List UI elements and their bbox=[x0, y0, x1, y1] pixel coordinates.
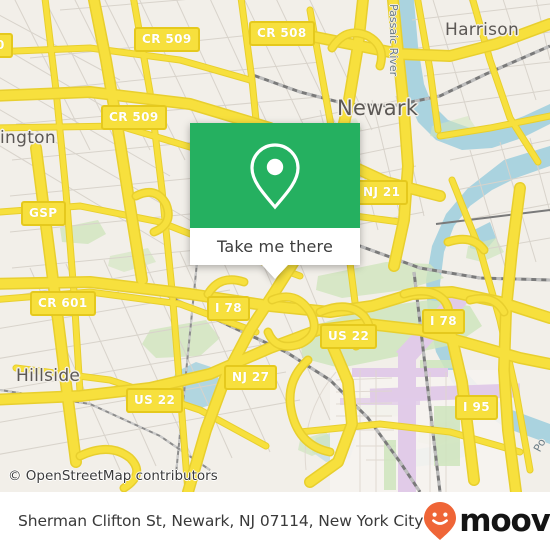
popup-header bbox=[190, 123, 360, 228]
shield-cr-508[interactable]: CR 508 bbox=[249, 21, 315, 46]
shield-cr-509-west[interactable]: CR 509 bbox=[101, 105, 167, 130]
popup-pointer-tail bbox=[262, 265, 288, 279]
shield-cr-601[interactable]: CR 601 bbox=[30, 291, 96, 316]
shield-us-22-west[interactable]: US 22 bbox=[126, 388, 184, 413]
osm-attribution[interactable]: © OpenStreetMap contributors bbox=[8, 468, 218, 484]
take-me-there-label: Take me there bbox=[217, 237, 333, 256]
map-pin-icon bbox=[250, 142, 300, 209]
shield-cr-509-north[interactable]: CR 509 bbox=[134, 27, 200, 52]
moovit-smiley-pin-icon bbox=[424, 502, 457, 540]
shield-gsp[interactable]: GSP bbox=[21, 201, 66, 226]
location-popup-card[interactable]: Take me there bbox=[190, 123, 360, 279]
shield-nj-21[interactable]: NJ 21 bbox=[355, 180, 409, 205]
footer-bar: Sherman Clifton St, Newark, NJ 07114, Ne… bbox=[0, 492, 550, 550]
popup-action-bar[interactable]: Take me there bbox=[190, 228, 360, 279]
shield-i-78-east[interactable]: I 78 bbox=[422, 309, 465, 334]
shield-i-95[interactable]: I 95 bbox=[455, 395, 498, 420]
map-screenshot-page: Harrison Newark ington Hillside Passaic … bbox=[0, 0, 550, 550]
shield-nj-27[interactable]: NJ 27 bbox=[224, 365, 278, 390]
shield-i-78-west[interactable]: I 78 bbox=[207, 296, 250, 321]
moovit-wordmark: moovit bbox=[459, 502, 550, 539]
shield-us-22-east[interactable]: US 22 bbox=[320, 324, 378, 349]
moovit-brand[interactable]: moovit bbox=[423, 501, 550, 541]
map-canvas[interactable]: Harrison Newark ington Hillside Passaic … bbox=[0, 0, 550, 492]
shield-cr-510-partial[interactable]: 0 bbox=[0, 33, 13, 58]
address-text: Sherman Clifton St, Newark, NJ 07114, Ne… bbox=[18, 512, 424, 530]
